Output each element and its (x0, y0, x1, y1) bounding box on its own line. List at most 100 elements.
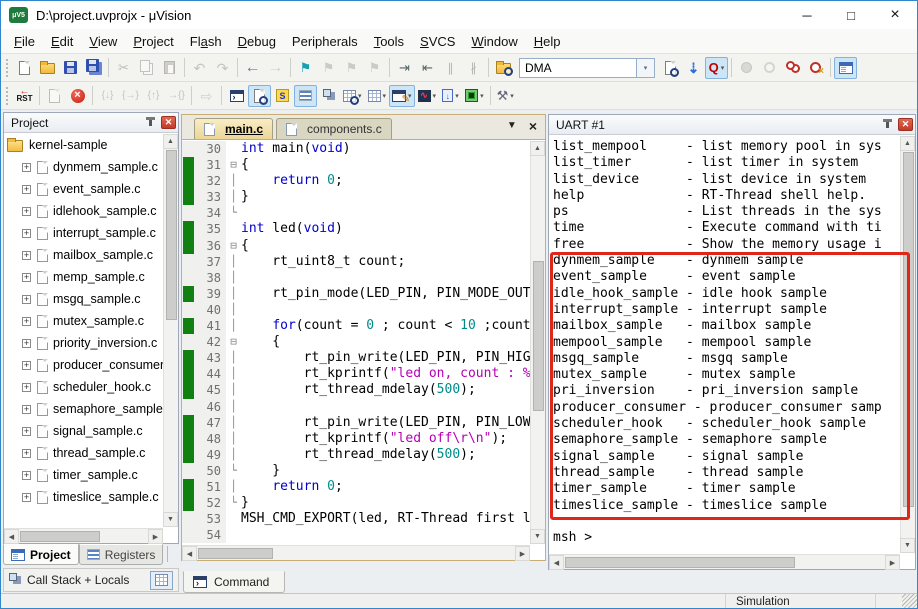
close-icon[interactable]: ✕ (161, 116, 176, 129)
toolbar-grip[interactable] (6, 86, 10, 105)
tab-components-c[interactable]: components.c (276, 118, 392, 139)
tab-command[interactable]: Command (183, 571, 285, 593)
run-icon[interactable] (43, 85, 66, 107)
scroll-down-button[interactable] (163, 512, 178, 527)
minimize-button[interactable]: ─ (785, 1, 829, 29)
scroll-right-button[interactable] (885, 555, 900, 570)
search-field[interactable]: DMA (519, 57, 637, 78)
tree-item-thread-sample-c[interactable]: + thread_sample.c (4, 442, 163, 464)
menu-help[interactable]: Help (526, 31, 569, 52)
copy-icon[interactable] (135, 57, 158, 79)
tree-root-kernel-sample[interactable]: kernel-sample (4, 134, 163, 156)
close-icon[interactable]: ✕ (898, 118, 913, 131)
system-viewer-icon[interactable]: ▾ (439, 85, 462, 107)
expand-icon[interactable]: + (22, 184, 31, 194)
tree-item-event-sample-c[interactable]: + event_sample.c (4, 178, 163, 200)
find-in-files-icon[interactable] (492, 57, 515, 79)
fold-marker[interactable]: ⊟ (226, 238, 241, 254)
command-window-icon[interactable] (225, 85, 248, 107)
redo-icon[interactable]: ↷ (211, 57, 234, 79)
bookmark-toggle-icon[interactable]: ⚑ (294, 57, 317, 79)
dropdown-arrow-icon[interactable]: ▾ (433, 92, 437, 100)
pin-icon[interactable] (883, 119, 892, 128)
scroll-left-button[interactable] (549, 555, 564, 570)
expand-icon[interactable]: + (22, 294, 31, 304)
expand-icon[interactable]: + (22, 360, 31, 370)
indent-icon[interactable]: ⇥ (393, 57, 416, 79)
step-into-icon[interactable]: {↓} (96, 85, 119, 107)
project-hscrollbar[interactable] (4, 528, 163, 544)
close-button[interactable]: × (873, 1, 917, 29)
step-out-icon[interactable]: {↑} (142, 85, 165, 107)
enable-breakpoint-icon[interactable] (758, 57, 781, 79)
tree-item-priority-inversion-c[interactable]: + priority_inversion.c (4, 332, 163, 354)
chevron-down-icon[interactable]: ▾ (637, 57, 655, 78)
dropdown-arrow-icon[interactable]: ▾ (721, 64, 725, 72)
run-to-cursor-icon[interactable]: →{} (165, 85, 188, 107)
tree-item-mailbox-sample-c[interactable]: + mailbox_sample.c (4, 244, 163, 266)
tab-registers[interactable]: Registers (78, 544, 164, 565)
bookmark-clear-icon[interactable]: ⚑ (363, 57, 386, 79)
paste-icon[interactable] (158, 57, 181, 79)
tree-item-semaphore-sample-c[interactable]: + semaphore_sample.c (4, 398, 163, 420)
tree-item-timeslice-sample-c[interactable]: + timeslice_sample.c (4, 486, 163, 508)
tree-item-timer-sample-c[interactable]: + timer_sample.c (4, 464, 163, 486)
expand-icon[interactable]: + (22, 492, 31, 502)
scrollbar-thumb[interactable] (565, 557, 795, 568)
comment-icon[interactable]: ∥ (439, 57, 462, 79)
tab-project[interactable]: Project (3, 544, 79, 565)
scrollbar-thumb[interactable] (533, 261, 544, 411)
scroll-up-button[interactable] (163, 134, 178, 149)
expand-icon[interactable]: + (22, 250, 31, 260)
expand-icon[interactable]: + (22, 228, 31, 238)
menu-flash[interactable]: Flash (182, 31, 230, 52)
scroll-right-button[interactable] (515, 546, 530, 561)
editor-hscrollbar[interactable] (182, 545, 530, 561)
expand-icon[interactable]: + (22, 426, 31, 436)
pin-icon[interactable] (146, 117, 155, 126)
tab-main-c[interactable]: main.c (194, 118, 274, 139)
menu-tools[interactable]: Tools (366, 31, 412, 52)
tree-item-scheduler-hook-c[interactable]: + scheduler_hook.c (4, 376, 163, 398)
open-file-icon[interactable] (36, 57, 59, 79)
uart-vscrollbar[interactable] (900, 136, 915, 553)
tree-item-signal-sample-c[interactable]: + signal_sample.c (4, 420, 163, 442)
cut-icon[interactable]: ✂ (112, 57, 135, 79)
kill-all-breakpoints-icon[interactable] (804, 57, 827, 79)
bookmark-next-icon[interactable]: ⚑ (340, 57, 363, 79)
stop-icon[interactable] (66, 85, 89, 107)
search-input[interactable]: DMA ▾ (519, 57, 655, 78)
debug-settings-icon[interactable]: ⚒ ▾ (494, 85, 517, 107)
menu-debug[interactable]: Debug (230, 31, 284, 52)
scrollbar-thumb[interactable] (166, 150, 177, 320)
toolbar-grip[interactable] (6, 58, 10, 77)
navigate-forward-icon[interactable]: → (264, 57, 287, 79)
maximize-button[interactable]: □ (829, 1, 873, 29)
resize-grip[interactable] (902, 594, 917, 608)
tree-item-mutex-sample-c[interactable]: + mutex_sample.c (4, 310, 163, 332)
dropdown-arrow-icon[interactable]: ▾ (383, 92, 387, 100)
tree-item-dynmem-sample-c[interactable]: + dynmem_sample.c (4, 156, 163, 178)
menu-view[interactable]: View (81, 31, 125, 52)
code-editor[interactable]: 30 int main(void) 31 ⊟{32 │ return 0; 33 │} 34 └… (182, 141, 530, 544)
expand-icon[interactable]: + (22, 470, 31, 480)
serial-window-icon[interactable]: ▾ (389, 84, 415, 107)
expand-icon[interactable]: + (22, 404, 31, 414)
disassembly-window-icon[interactable] (248, 84, 271, 107)
tree-item-interrupt-sample-c[interactable]: + interrupt_sample.c (4, 222, 163, 244)
outdent-icon[interactable]: ⇤ (416, 57, 439, 79)
watch-window-icon[interactable]: ▾ (340, 85, 365, 107)
toolbox-icon[interactable]: ▾ (462, 85, 487, 107)
expand-icon[interactable]: + (22, 448, 31, 458)
menu-project[interactable]: Project (125, 31, 181, 52)
tree-item-idlehook-sample-c[interactable]: + idlehook_sample.c (4, 200, 163, 222)
expand-icon[interactable]: + (22, 316, 31, 326)
close-document-icon[interactable]: × (529, 119, 537, 133)
disable-all-breakpoints-icon[interactable] (781, 57, 804, 79)
symbols-window-icon[interactable] (271, 85, 294, 107)
insert-breakpoint-icon[interactable] (735, 57, 758, 79)
find-icon[interactable] (659, 57, 682, 79)
scrollbar-thumb[interactable] (20, 531, 100, 542)
expand-icon[interactable]: + (22, 206, 31, 216)
navigate-back-icon[interactable]: ← (241, 57, 264, 79)
